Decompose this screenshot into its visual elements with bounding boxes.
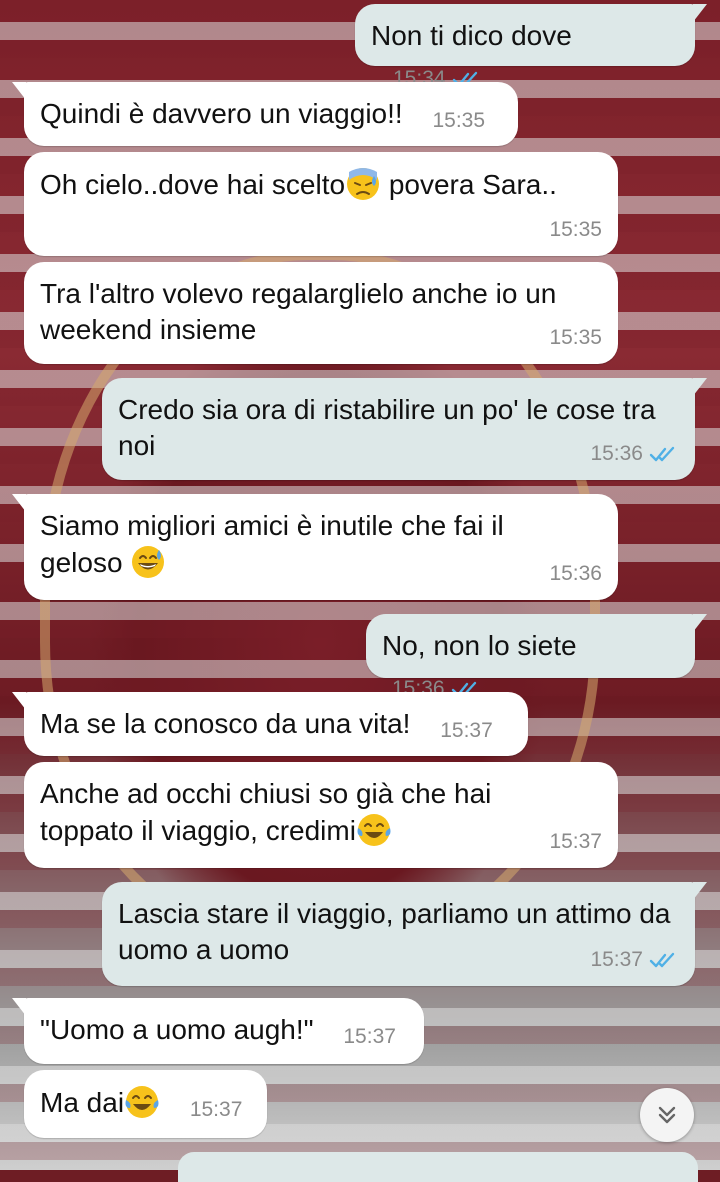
message-meta: 15:37 xyxy=(590,942,679,978)
message-text: Siamo migliori amici è inutile che fai i… xyxy=(40,510,504,578)
message-text: Non ti dico dove xyxy=(371,20,572,51)
message-bubble-outgoing[interactable]: No, non lo siete 15:36 xyxy=(366,614,707,700)
message-meta: 15:35 xyxy=(549,320,602,356)
message-meta: 15:36 xyxy=(590,436,679,472)
message-bubble-incoming[interactable]: "Uomo a uomo augh!" 15:37 xyxy=(12,998,424,1064)
message-meta: 15:37 xyxy=(440,713,493,749)
grin-sweat-emoji-icon xyxy=(132,546,165,578)
scroll-to-bottom-button[interactable] xyxy=(640,1088,694,1142)
message-time: 15:37 xyxy=(590,948,643,971)
message-text: Anche ad occhi chiusi so già che hai top… xyxy=(40,778,492,846)
message-bubble-incoming[interactable]: Oh cielo..dove hai scelto povera Sara.. … xyxy=(24,152,618,256)
message-text: Ma dai xyxy=(40,1086,160,1118)
message-bubble-outgoing[interactable]: Credo sia ora di ristabilire un po' le c… xyxy=(102,378,707,480)
message-meta: 15:35 xyxy=(549,212,602,248)
message-bubble-incoming[interactable]: Quindi è davvero un viaggio!! 15:35 xyxy=(12,82,518,146)
message-time: 15:35 xyxy=(549,218,602,241)
message-meta: 15:37 xyxy=(190,1092,243,1128)
message-meta: 15:37 xyxy=(343,1019,396,1055)
message-time: 15:35 xyxy=(549,326,602,349)
message-time: 15:36 xyxy=(549,562,602,585)
message-meta: 15:36 xyxy=(549,556,602,592)
sweat-face-emoji-icon xyxy=(347,168,380,200)
message-time: 15:36 xyxy=(590,442,643,465)
double-check-icon xyxy=(649,952,675,968)
message-text: No, non lo siete xyxy=(382,630,577,661)
message-bubble-incoming[interactable]: Anche ad occhi chiusi so già che hai top… xyxy=(24,762,618,868)
message-bubble-incoming[interactable]: Tra l'altro volevo regalarglielo anche i… xyxy=(24,262,618,364)
message-time: 15:37 xyxy=(343,1025,396,1048)
message-time: 15:37 xyxy=(189,1098,243,1121)
message-bubble-incoming[interactable]: Ma se la conosco da una vita! 15:37 xyxy=(12,692,528,756)
message-bubble-incoming[interactable]: Siamo migliori amici è inutile che fai i… xyxy=(12,494,618,600)
message-bubble-outgoing[interactable]: Lascia stare il viaggio, parliamo un att… xyxy=(102,882,707,986)
message-bubble-incoming[interactable]: Ma dai 15:37 xyxy=(24,1070,267,1138)
message-text: Oh cielo..dove hai scelto povera Sara.. xyxy=(40,166,602,203)
message-text: Tra l'altro volevo regalarglielo anche i… xyxy=(40,278,557,345)
message-text: "Uomo a uomo augh!" xyxy=(40,1014,314,1045)
message-time: 15:37 xyxy=(440,719,493,742)
double-chevron-down-icon xyxy=(658,1106,676,1124)
message-time: 15:35 xyxy=(432,109,486,132)
message-bubble-outgoing[interactable]: Non ti dico dove 15:34 xyxy=(355,4,707,90)
message-time: 15:37 xyxy=(549,830,602,853)
message-meta: 15:35 xyxy=(432,103,485,139)
message-meta: 15:37 xyxy=(549,824,602,860)
tears-of-joy-emoji-icon xyxy=(125,1086,159,1118)
tears-of-joy-emoji-icon xyxy=(357,814,391,846)
message-text: Ma se la conosco da una vita! xyxy=(40,708,411,739)
double-check-icon xyxy=(649,446,675,462)
partial-message-bubble xyxy=(178,1152,698,1182)
message-text: Quindi è davvero un viaggio!! xyxy=(40,98,403,129)
